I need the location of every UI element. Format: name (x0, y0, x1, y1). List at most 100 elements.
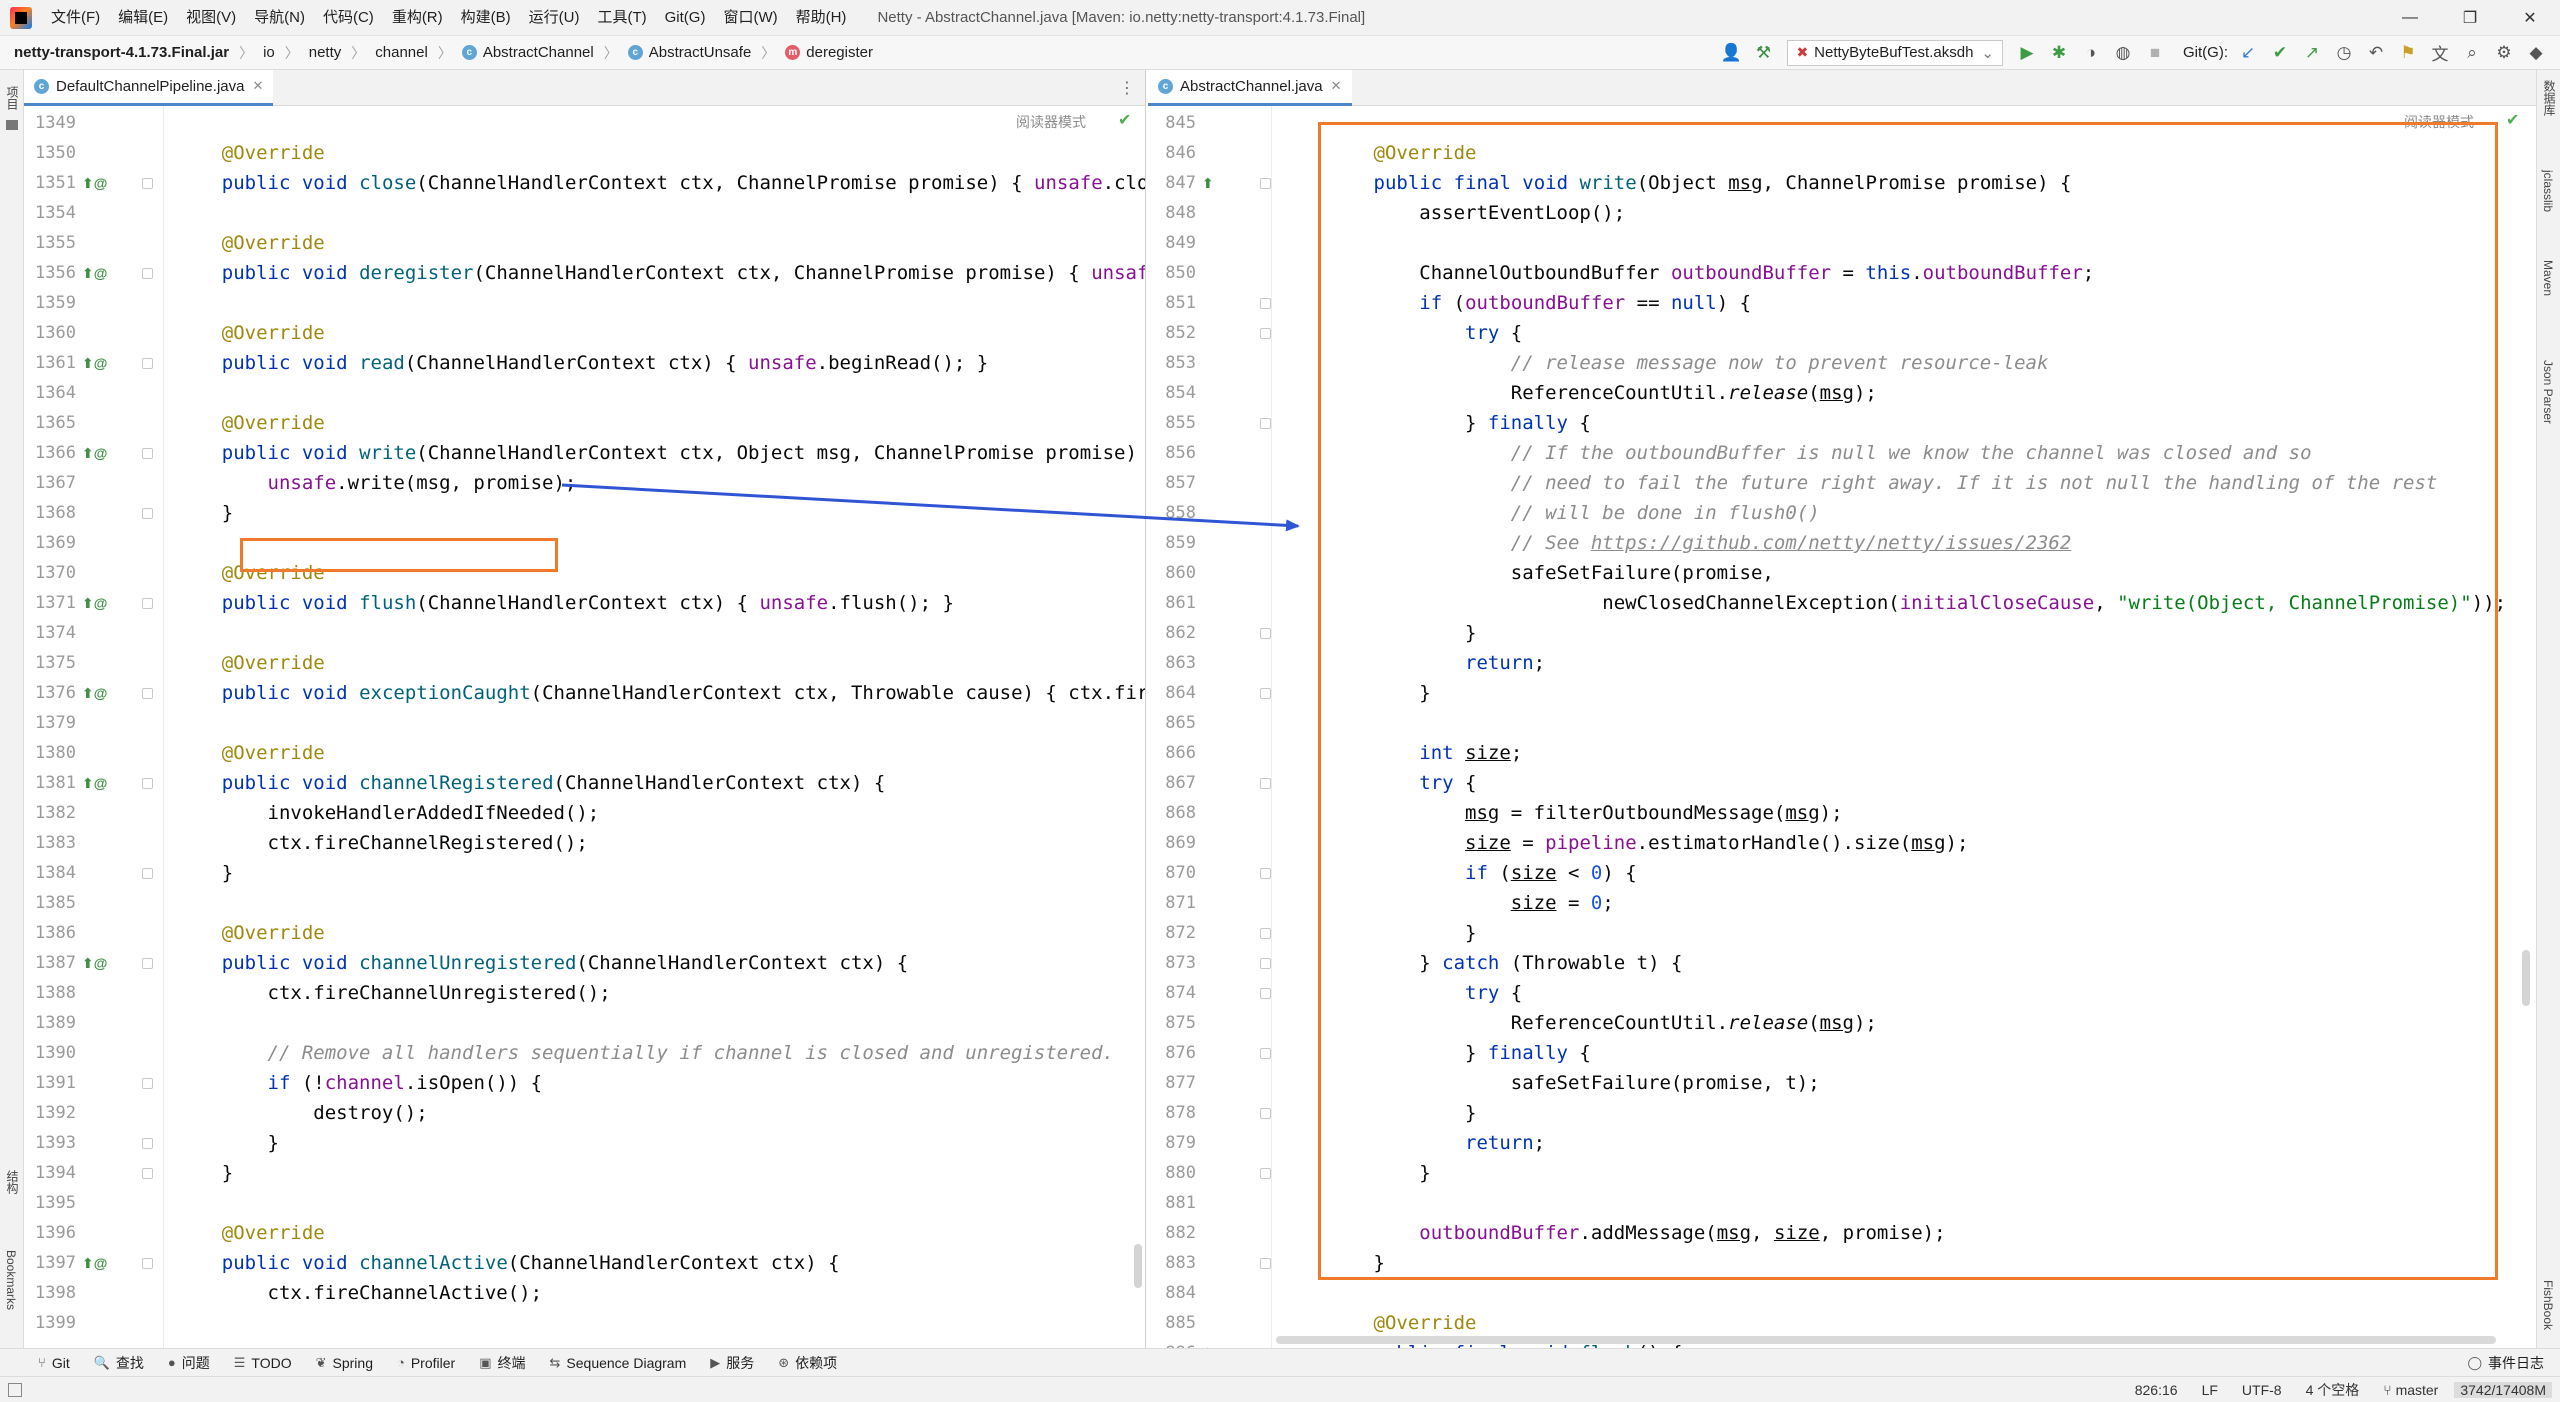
fold-toggle-icon[interactable] (1260, 1108, 1271, 1119)
build-hammer-icon[interactable]: ⚒ (1749, 39, 1777, 67)
run-configuration-select[interactable]: ✖ NettyByteBufTest.aksdh ⌄ (1787, 39, 2003, 66)
breadcrumb-class-abstractchannel[interactable]: c AbstractChannel (458, 44, 598, 61)
menu-item[interactable]: 视图(V) (177, 0, 245, 36)
close-icon[interactable]: ✕ (2500, 0, 2560, 36)
override-marker-icon[interactable]: ⬆ (1202, 168, 1214, 198)
override-marker-icon[interactable]: ⬆@ (82, 678, 107, 708)
override-marker-icon[interactable]: ⬆ (1202, 1338, 1214, 1348)
fold-toggle-icon[interactable] (1260, 868, 1271, 879)
override-marker-icon[interactable]: ⬆@ (82, 588, 107, 618)
menu-item[interactable]: 代码(C) (314, 0, 383, 36)
fold-toggle-icon[interactable] (142, 778, 153, 789)
fold-toggle-icon[interactable] (142, 958, 153, 969)
rollback-icon[interactable]: ↶ (2362, 39, 2390, 67)
fold-toggle-icon[interactable] (142, 358, 153, 369)
jclasslib-tool-button[interactable]: jclasslib (2541, 170, 2555, 212)
menu-item[interactable]: 帮助(H) (787, 0, 856, 36)
fold-toggle-icon[interactable] (1260, 688, 1271, 699)
fold-toggle-icon[interactable] (1260, 1258, 1271, 1269)
minimize-icon[interactable]: — (2380, 0, 2440, 36)
fold-toggle-icon[interactable] (1260, 328, 1271, 339)
menu-item[interactable]: 构建(B) (452, 0, 520, 36)
profile-icon[interactable]: ◍ (2109, 39, 2137, 67)
tool-windows-toggle-icon[interactable] (8, 1382, 22, 1397)
override-marker-icon[interactable]: ⬆@ (82, 768, 107, 798)
left-code-area[interactable]: @Override public void close(ChannelHandl… (164, 106, 1145, 1348)
more-options-icon[interactable]: ⋮ (1119, 78, 1135, 98)
breadcrumb-class-abstractunsafe[interactable]: c AbstractUnsafe (624, 44, 756, 61)
debug-icon[interactable]: ✱ (2045, 39, 2073, 67)
override-marker-icon[interactable]: ⬆@ (82, 168, 107, 198)
inspection-ok-icon[interactable]: ✔ (2506, 110, 2519, 130)
git-branch[interactable]: ⑂ master (2371, 1382, 2450, 1398)
menu-item[interactable]: Git(G) (656, 0, 715, 36)
tool-button-git[interactable]: ⑂ Git (26, 1353, 82, 1373)
fold-toggle-icon[interactable] (142, 508, 153, 519)
close-tab-icon[interactable]: ✕ (1331, 78, 1342, 94)
fold-toggle-icon[interactable] (1260, 958, 1271, 969)
override-marker-icon[interactable]: ⬆@ (82, 948, 107, 978)
tool-button-search[interactable]: 🔍 查找 (82, 1353, 156, 1373)
breadcrumb-package-channel[interactable]: channel (371, 44, 432, 61)
menu-item[interactable]: 导航(N) (245, 0, 314, 36)
fold-toggle-icon[interactable] (142, 598, 153, 609)
tab-abstractchannel[interactable]: c AbstractChannel.java ✕ (1148, 70, 1352, 106)
git-push-icon[interactable]: ↗ (2298, 39, 2326, 67)
close-tab-icon[interactable]: ✕ (252, 78, 263, 94)
fold-toggle-icon[interactable] (142, 448, 153, 459)
history-icon[interactable]: ◷ (2330, 39, 2358, 67)
inspection-ok-icon[interactable]: ✔ (1118, 110, 1131, 130)
menu-item[interactable]: 编辑(E) (109, 0, 177, 36)
fold-toggle-icon[interactable] (142, 868, 153, 879)
search-icon[interactable]: ⌕ (2458, 39, 2486, 67)
git-commit-icon[interactable]: ✔ (2266, 39, 2294, 67)
menu-item[interactable]: 运行(U) (520, 0, 589, 36)
stop-icon[interactable]: ■ (2141, 39, 2169, 67)
override-marker-icon[interactable]: ⬆@ (82, 1248, 107, 1278)
git-update-icon[interactable]: ↙ (2234, 39, 2262, 67)
jetbrains-toolbox-icon[interactable]: ◆ (2522, 39, 2550, 67)
caret-position[interactable]: 826:16 (2123, 1382, 2190, 1398)
structure-tool-button[interactable]: 结构 (4, 1170, 21, 1194)
event-log-button[interactable]: ◯ 事件日志 (2455, 1353, 2560, 1373)
project-tool-button[interactable]: 项目 (4, 86, 21, 110)
file-encoding[interactable]: UTF-8 (2230, 1382, 2294, 1398)
tool-button-spring[interactable]: ❦ Spring (304, 1353, 385, 1373)
tab-defaultchannelpipeline[interactable]: c DefaultChannelPipeline.java ✕ (24, 70, 274, 106)
run-icon[interactable]: ▶ (2013, 39, 2041, 67)
fold-toggle-icon[interactable] (1260, 928, 1271, 939)
fold-toggle-icon[interactable] (1260, 418, 1271, 429)
coverage-icon[interactable]: ◑ (2077, 39, 2105, 67)
fold-toggle-icon[interactable] (142, 1258, 153, 1269)
override-marker-icon[interactable]: ⬆@ (82, 258, 107, 288)
right-code-editor[interactable]: 845 846 847 ⬆ 848 849 850 851 852 853 854 855 856 857… (1148, 106, 2536, 1348)
menu-item[interactable]: 重构(R) (383, 0, 452, 36)
fold-toggle-icon[interactable] (142, 1138, 153, 1149)
breadcrumb-package-netty[interactable]: netty (305, 44, 346, 61)
right-vertical-scrollbar[interactable] (2522, 950, 2530, 1006)
fold-toggle-icon[interactable] (142, 1168, 153, 1179)
json-parser-tool-button[interactable]: Json Parser (2541, 360, 2555, 424)
menu-item[interactable]: 文件(F) (42, 0, 109, 36)
bookmarks-tool-button[interactable]: Bookmarks (4, 1250, 18, 1310)
reader-mode-label[interactable]: 阅读器模式 (1016, 112, 1086, 132)
fold-toggle-icon[interactable] (142, 268, 153, 279)
fishbook-tool-button[interactable]: FishBook (2541, 1280, 2555, 1330)
vcs-icon[interactable]: ⚑ (2394, 39, 2422, 67)
fold-toggle-icon[interactable] (1260, 988, 1271, 999)
override-marker-icon[interactable]: ⬆@ (82, 438, 107, 468)
right-horizontal-scrollbar[interactable] (1276, 1336, 2496, 1344)
user-icon[interactable]: 👤 (1717, 39, 1745, 67)
tool-button-services[interactable]: ▶ 服务 (698, 1353, 766, 1373)
fold-toggle-icon[interactable] (142, 688, 153, 699)
menu-item[interactable]: 窗口(W) (714, 0, 786, 36)
override-marker-icon[interactable]: ⬆@ (82, 348, 107, 378)
menu-item[interactable]: 工具(T) (588, 0, 655, 36)
tool-button-dependencies[interactable]: ⊛ 依赖项 (766, 1353, 849, 1373)
translate-icon[interactable]: 文 (2426, 39, 2454, 67)
settings-gear-icon[interactable]: ⚙ (2490, 39, 2518, 67)
breadcrumb-package-io[interactable]: io (259, 44, 279, 61)
database-tool-button[interactable]: 数据库 (2541, 80, 2558, 116)
breadcrumb-jar[interactable]: netty-transport-4.1.73.Final.jar (0, 44, 233, 61)
tool-button-terminal[interactable]: ▣ 终端 (467, 1353, 537, 1373)
